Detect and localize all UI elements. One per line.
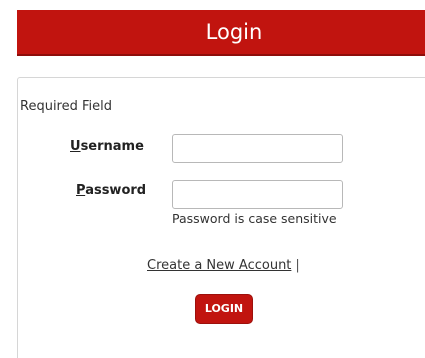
password-input[interactable] [172,180,343,209]
login-header: Login [17,10,425,56]
required-field-note: Required Field [20,99,112,114]
username-label-text: sername [80,139,144,154]
password-hint: Password is case sensitive [172,211,337,226]
username-label: Username [70,139,144,154]
password-label-text: assword [85,183,147,198]
login-page: Login Required Field Username Password P… [0,0,425,358]
link-separator: | [295,258,300,273]
account-links: Create a New Account | [147,258,300,273]
password-label-accelerator: P [76,183,86,198]
username-input[interactable] [172,134,343,163]
page-title: Login [205,20,263,44]
create-account-link[interactable]: Create a New Account [147,258,291,273]
username-label-accelerator: U [70,139,81,154]
password-label: Password [76,183,146,198]
login-button[interactable]: LOGIN [195,294,253,324]
